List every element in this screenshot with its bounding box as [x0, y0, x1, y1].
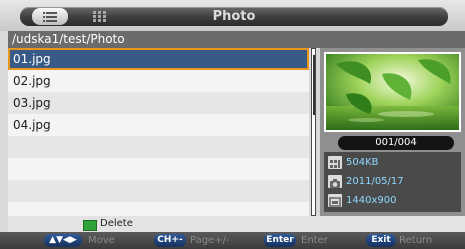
file-row[interactable]: 02.jpg — [8, 70, 309, 92]
title-pill: Photo — [20, 7, 448, 26]
file-row[interactable]: 03.jpg — [8, 92, 309, 114]
help-enter-label: Enter — [301, 235, 328, 246]
ch-key-icon: CH+- — [154, 234, 186, 247]
camera-icon — [328, 175, 342, 188]
help-page-label: Page+/- — [190, 235, 230, 246]
arrow-keys-icon: ▲▼◀▶ — [44, 234, 82, 247]
title-bar: Photo — [0, 0, 465, 31]
file-row[interactable]: 01.jpg — [8, 48, 309, 70]
resolution-icon — [328, 194, 342, 207]
file-list: 01.jpg 02.jpg 03.jpg 04.jpg — [8, 48, 309, 216]
file-size-value: 504KB — [346, 157, 379, 168]
resolution-value: 1440x900 — [346, 195, 397, 206]
file-row[interactable]: 04.jpg — [8, 114, 309, 136]
help-move-label: Move — [88, 235, 115, 246]
exit-key-icon: Exit — [366, 234, 396, 247]
file-size-icon — [328, 156, 342, 169]
photo-counter: 001/004 — [338, 136, 454, 150]
green-key-icon — [83, 220, 97, 231]
enter-key-icon: Enter — [264, 234, 296, 247]
page-title: Photo — [212, 9, 256, 24]
delete-label: Delete — [100, 218, 133, 229]
scrollbar[interactable] — [311, 48, 316, 216]
file-row[interactable] — [8, 202, 309, 216]
file-row[interactable] — [8, 180, 309, 202]
photo-info: 504KB 2011/05/17 1440x900 — [324, 152, 461, 212]
scrollbar-thumb[interactable] — [313, 55, 315, 115]
photo-thumbnail — [324, 52, 461, 132]
file-row[interactable] — [8, 136, 309, 158]
preview-panel: 001/004 504KB 2011/05/17 1440x900 — [320, 48, 465, 216]
help-return-label: Return — [399, 235, 433, 246]
color-key-bar: Delete — [8, 216, 465, 232]
path-bar: /udska1/test/Photo — [8, 31, 465, 48]
help-bar: ▲▼◀▶ Move CH+- Page+/- Enter Enter Exit … — [0, 232, 465, 249]
photo-thumbnail-image — [326, 54, 459, 130]
file-date-value: 2011/05/17 — [346, 176, 404, 187]
file-row[interactable] — [8, 158, 309, 180]
